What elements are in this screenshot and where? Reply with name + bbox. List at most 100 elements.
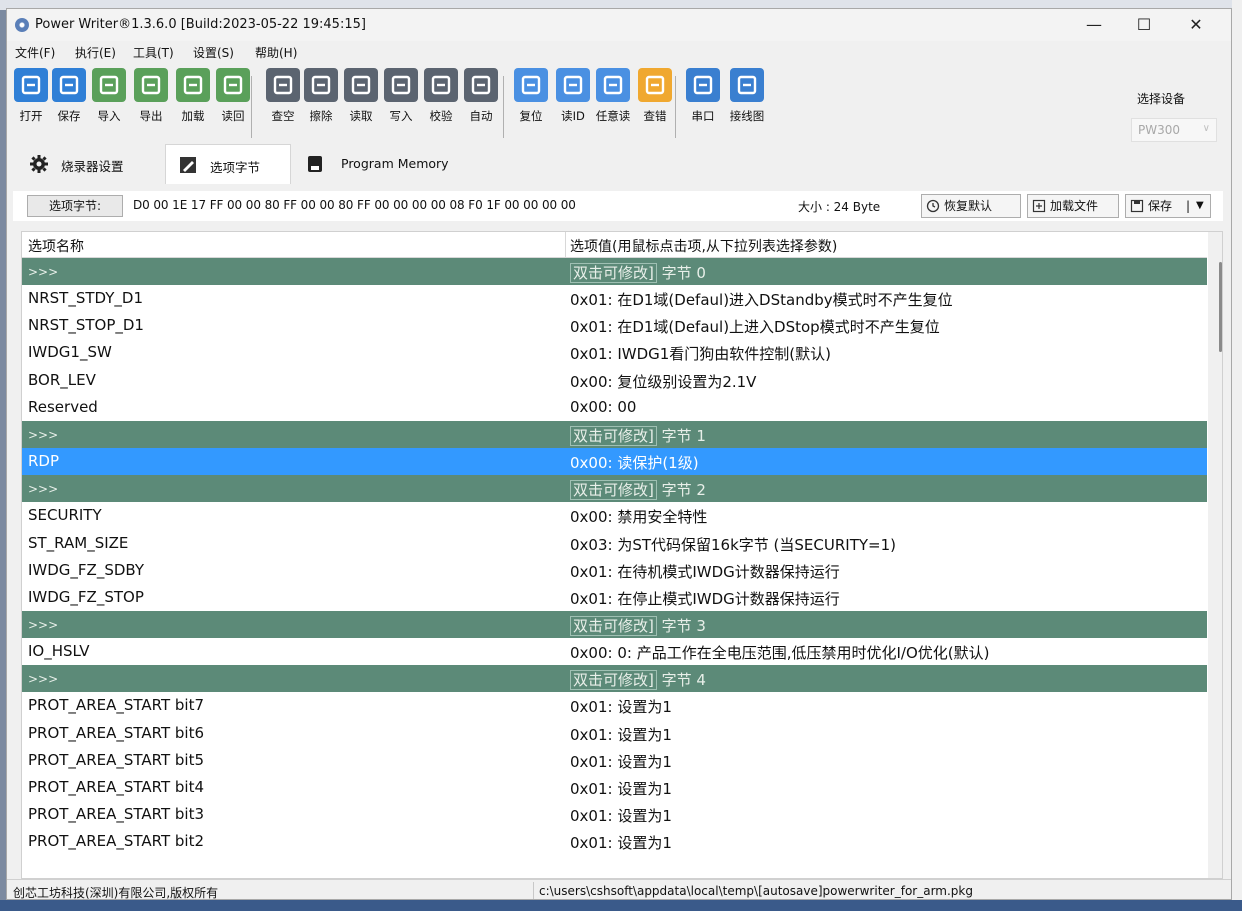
edit-hint: 双击可修改]: [570, 263, 657, 283]
menu-file[interactable]: 文件(F): [15, 44, 55, 61]
option-row[interactable]: NRST_STOP_D1 0x01: 在D1域(Defaul)上进入DStop模式…: [22, 312, 1207, 339]
toolbar-button-6[interactable]: 读回: [213, 68, 253, 124]
option-row[interactable]: PROT_AREA_START bit7 0x01: 设置为1: [22, 692, 1207, 719]
section-row[interactable]: >>> 双击可修改] 字节 2: [22, 475, 1207, 503]
menu-settings[interactable]: 设置(S): [193, 44, 234, 61]
option-bytes-label-button[interactable]: 选项字节:: [27, 195, 123, 217]
serial-port-icon: [686, 68, 720, 102]
toolbar-button-13[interactable]: 复位: [511, 68, 551, 124]
toolbar-button-14[interactable]: 读ID: [553, 68, 593, 124]
byte-index-label: 字节 4: [656, 671, 706, 690]
maximize-button[interactable]: ☐: [1121, 9, 1167, 41]
option-row[interactable]: PROT_AREA_START bit6 0x01: 设置为1: [22, 720, 1207, 747]
tab-program-memory[interactable]: Program Memory: [291, 144, 463, 184]
section-row[interactable]: >>> 双击可修改] 字节 3: [22, 610, 1207, 638]
toolbar-button-label: 接线图: [729, 109, 765, 123]
option-value-cell[interactable]: 双击可修改] 字节 4: [570, 669, 706, 691]
error-check-icon: [638, 68, 672, 102]
toolbar-button-12[interactable]: 自动: [461, 68, 501, 124]
section-row[interactable]: >>> 双击可修改] 字节 1: [22, 420, 1207, 448]
toolbar-button-16[interactable]: 查错: [635, 68, 675, 124]
option-value-cell[interactable]: 0x01: IWDG1看门狗由软件控制(默认): [570, 343, 831, 364]
option-value-cell[interactable]: 0x01: 设置为1: [570, 751, 672, 772]
option-row[interactable]: PROT_AREA_START bit5 0x01: 设置为1: [22, 747, 1207, 774]
option-value-cell[interactable]: 0x01: 设置为1: [570, 778, 672, 799]
toolbar-button-1[interactable]: 打开: [11, 68, 51, 124]
option-value-cell[interactable]: 0x01: 在D1域(Defaul)上进入DStop模式时不产生复位: [570, 316, 940, 337]
option-row[interactable]: ST_RAM_SIZE 0x03: 为ST代码保留16k字节 (当SECURITY…: [22, 530, 1207, 557]
option-name-cell: PROT_AREA_START bit4: [28, 777, 205, 796]
option-value-cell[interactable]: 0x01: 设置为1: [570, 805, 672, 826]
option-row[interactable]: PROT_AREA_START bit4 0x01: 设置为1: [22, 774, 1207, 801]
option-value-cell[interactable]: 0x01: 设置为1: [570, 696, 672, 717]
scrollbar-thumb[interactable]: [1219, 262, 1222, 352]
option-name-cell: >>>: [28, 617, 59, 632]
edit-hint: 双击可修改]: [570, 670, 657, 691]
toolbar-button-5[interactable]: 加载: [173, 68, 213, 124]
option-value-cell[interactable]: 0x00: 读保护(1级): [570, 452, 699, 473]
chevron-down-icon[interactable]: ▼: [1196, 195, 1204, 217]
option-value-cell[interactable]: 0x01: 在D1域(Defaul)进入DStandby模式时不产生复位: [570, 289, 953, 310]
option-value-cell[interactable]: 0x03: 为ST代码保留16k字节 (当SECURITY=1): [570, 534, 896, 555]
status-bar: 创芯工坊科技(深圳)有限公司,版权所有 c:\users\cshsoft\app…: [7, 879, 1231, 899]
toolbar-button-17[interactable]: 串口: [683, 68, 723, 124]
toolbar-button-9[interactable]: 读取: [341, 68, 381, 124]
option-value-cell[interactable]: 0x00: 复位级别设置为2.1V: [570, 371, 756, 392]
column-header-value[interactable]: 选项值(用鼠标点击项,从下拉列表选择参数): [570, 236, 837, 256]
toolbar-button-2[interactable]: 保存: [49, 68, 89, 124]
tab-option-bytes[interactable]: 选项字节: [165, 144, 291, 184]
toolbar-button-11[interactable]: 校验: [421, 68, 461, 124]
load-file-button[interactable]: 加载文件: [1027, 194, 1119, 218]
toolbar-button-3[interactable]: 导入: [89, 68, 129, 124]
dropdown-separator: |: [1186, 199, 1191, 213]
option-row[interactable]: NRST_STDY_D1 0x01: 在D1域(Defaul)进入DStandby…: [22, 285, 1207, 312]
option-row[interactable]: IWDG_FZ_SDBY 0x01: 在待机模式IWDG计数器保持运行: [22, 557, 1207, 584]
option-row[interactable]: RDP 0x00: 读保护(1级): [22, 448, 1207, 476]
option-row[interactable]: PROT_AREA_START bit3 0x01: 设置为1: [22, 801, 1207, 828]
option-value-cell[interactable]: 0x01: 设置为1: [570, 832, 672, 853]
option-row[interactable]: BOR_LEV 0x00: 复位级别设置为2.1V: [22, 367, 1207, 394]
toolbar-button-10[interactable]: 写入: [381, 68, 421, 124]
byte-index-label: 字节 1: [656, 426, 706, 445]
option-value-cell[interactable]: 双击可修改] 字节 3: [570, 615, 706, 636]
option-value-cell[interactable]: 0x01: 在待机模式IWDG计数器保持运行: [570, 561, 840, 582]
toolbar-button-8[interactable]: 擦除: [301, 68, 341, 124]
option-name-cell: ST_RAM_SIZE: [28, 533, 129, 552]
tab-programmer-settings[interactable]: 烧录器设置: [17, 144, 165, 184]
section-row[interactable]: >>> 双击可修改] 字节 4: [22, 665, 1207, 693]
section-row[interactable]: >>> 双击可修改] 字节 0: [22, 258, 1207, 285]
minimize-button[interactable]: —: [1071, 9, 1117, 41]
option-value-cell[interactable]: 0x01: 在停止模式IWDG计数器保持运行: [570, 588, 840, 609]
option-byte-bar: 选项字节: D0 00 1E 17 FF 00 00 80 FF 00 00 8…: [13, 191, 1223, 221]
option-name-cell: PROT_AREA_START bit6: [28, 723, 205, 742]
option-value-cell[interactable]: 0x00: 禁用安全特性: [570, 506, 707, 527]
option-value-cell[interactable]: 双击可修改] 字节 1: [570, 425, 706, 446]
option-row[interactable]: SECURITY 0x00: 禁用安全特性: [22, 502, 1207, 529]
toolbar-button-4[interactable]: 导出: [131, 68, 171, 124]
option-name-cell: Reserved: [28, 397, 98, 416]
toolbar-button-label: 查空: [271, 109, 295, 123]
option-row[interactable]: Reserved 0x00: 00: [22, 394, 1207, 421]
menu-tools[interactable]: 工具(T): [133, 44, 174, 61]
restore-default-button[interactable]: 恢复默认: [921, 194, 1021, 218]
menu-help[interactable]: 帮助(H): [255, 44, 297, 61]
option-row[interactable]: PROT_AREA_START bit2 0x01: 设置为1: [22, 828, 1207, 855]
menu-execute[interactable]: 执行(E): [75, 44, 116, 61]
toolbar-button-18[interactable]: 接线图: [727, 68, 767, 124]
byte-index-label: 字节 3: [656, 616, 706, 635]
option-value-cell[interactable]: 双击可修改] 字节 0: [570, 262, 706, 283]
toolbar-button-15[interactable]: 任意读: [593, 68, 633, 124]
option-row[interactable]: IWDG_FZ_STOP 0x01: 在停止模式IWDG计数器保持运行: [22, 584, 1207, 611]
close-button[interactable]: ✕: [1173, 9, 1219, 41]
device-select[interactable]: PW300 ∨: [1131, 118, 1217, 142]
save-options-button[interactable]: 保存 | ▼: [1125, 194, 1211, 218]
option-value-cell[interactable]: 0x00: 00: [570, 398, 636, 416]
option-row[interactable]: IWDG1_SW 0x01: IWDG1看门狗由软件控制(默认): [22, 339, 1207, 366]
option-value-cell[interactable]: 0x00: 0: 产品工作在全电压范围,低压禁用时优化I/O优化(默认): [570, 642, 989, 663]
option-row[interactable]: IO_HSLV 0x00: 0: 产品工作在全电压范围,低压禁用时优化I/O优化(…: [22, 638, 1207, 665]
option-value-cell[interactable]: 0x01: 设置为1: [570, 724, 672, 745]
column-header-name[interactable]: 选项名称: [28, 236, 84, 256]
option-value-cell[interactable]: 双击可修改] 字节 2: [570, 479, 706, 501]
toolbar-button-7[interactable]: 查空: [263, 68, 303, 124]
option-bytes-hex: D0 00 1E 17 FF 00 00 80 FF 00 00 80 FF 0…: [133, 198, 576, 212]
